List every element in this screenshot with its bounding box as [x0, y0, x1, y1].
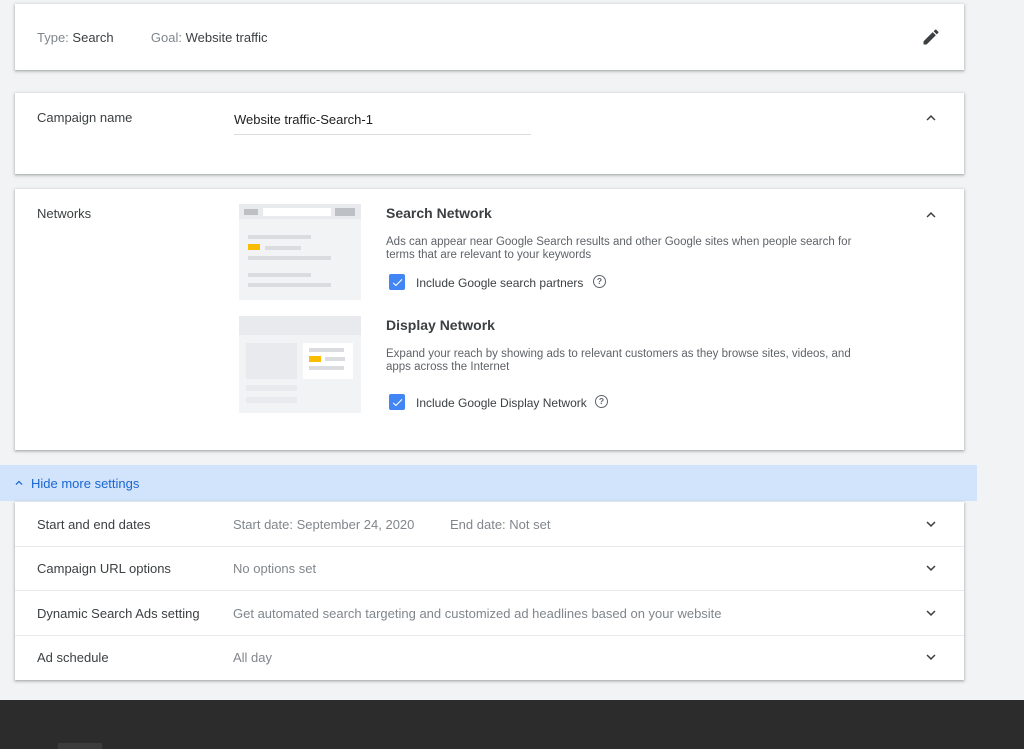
- networks-card: Networks Search Network Ads can appear n…: [15, 189, 964, 450]
- chevron-up-icon: [12, 476, 26, 490]
- settings-row-ad-schedule[interactable]: Ad schedule All day: [15, 635, 964, 679]
- display-network-description: Expand your reach by showing ads to rele…: [386, 348, 876, 374]
- settings-row-label: Start and end dates: [37, 517, 150, 532]
- chevron-down-icon[interactable]: [919, 512, 943, 536]
- settings-row-value: All day: [233, 650, 272, 665]
- goal-value: Website traffic: [186, 30, 268, 45]
- hide-more-settings-toggle[interactable]: Hide more settings: [0, 465, 977, 501]
- type-key: Type:: [37, 30, 69, 45]
- campaign-type-summary: Type: Search Goal: Website traffic: [37, 30, 267, 45]
- pencil-icon[interactable]: [919, 25, 943, 49]
- campaign-type-card: Type: Search Goal: Website traffic: [15, 4, 964, 70]
- chevron-down-icon[interactable]: [919, 645, 943, 669]
- display-network-title: Display Network: [386, 317, 495, 333]
- settings-row-label: Ad schedule: [37, 650, 109, 665]
- footer-tab: [58, 743, 102, 749]
- display-network-checkbox[interactable]: [389, 394, 405, 410]
- type-value: Search: [72, 30, 113, 45]
- campaign-name-card: Campaign name Website traffic-Search-1: [15, 93, 964, 174]
- settings-row-dynamic-search-ads[interactable]: Dynamic Search Ads setting Get automated…: [15, 591, 964, 636]
- settings-row-label: Dynamic Search Ads setting: [37, 606, 200, 621]
- settings-row-value: No options set: [233, 561, 316, 576]
- chevron-up-icon[interactable]: [919, 106, 943, 130]
- search-network-title: Search Network: [386, 205, 492, 221]
- help-icon[interactable]: ?: [593, 275, 606, 288]
- goal-key: Goal:: [151, 30, 182, 45]
- networks-label: Networks: [37, 206, 91, 221]
- start-date-value: Start date: September 24, 2020: [233, 517, 414, 532]
- check-icon: [391, 276, 404, 289]
- end-date-value: End date: Not set: [450, 517, 550, 532]
- display-network-illustration: [239, 316, 361, 413]
- search-partners-checkbox[interactable]: [389, 274, 405, 290]
- settings-row-label: Campaign URL options: [37, 561, 171, 576]
- footer-bar: [0, 700, 1024, 749]
- hide-more-settings-label: Hide more settings: [31, 476, 139, 491]
- chevron-down-icon[interactable]: [919, 556, 943, 580]
- search-network-illustration: [239, 204, 361, 300]
- help-icon[interactable]: ?: [595, 395, 608, 408]
- check-icon: [391, 396, 404, 409]
- settings-row-value: Get automated search targeting and custo…: [233, 606, 722, 621]
- campaign-name-input[interactable]: Website traffic-Search-1: [234, 111, 531, 135]
- settings-row-url-options[interactable]: Campaign URL options No options set: [15, 546, 964, 591]
- campaign-name-value: Website traffic-Search-1: [234, 112, 373, 127]
- settings-row-dates[interactable]: Start and end dates Start date: Septembe…: [15, 502, 964, 547]
- search-network-description: Ads can appear near Google Search result…: [386, 236, 876, 262]
- more-settings-card: Start and end dates Start date: Septembe…: [15, 502, 964, 680]
- search-partners-label: Include Google search partners: [416, 276, 583, 290]
- display-network-label: Include Google Display Network: [416, 396, 587, 410]
- campaign-name-label: Campaign name: [37, 110, 132, 125]
- chevron-down-icon[interactable]: [919, 601, 943, 625]
- chevron-up-icon[interactable]: [919, 203, 943, 227]
